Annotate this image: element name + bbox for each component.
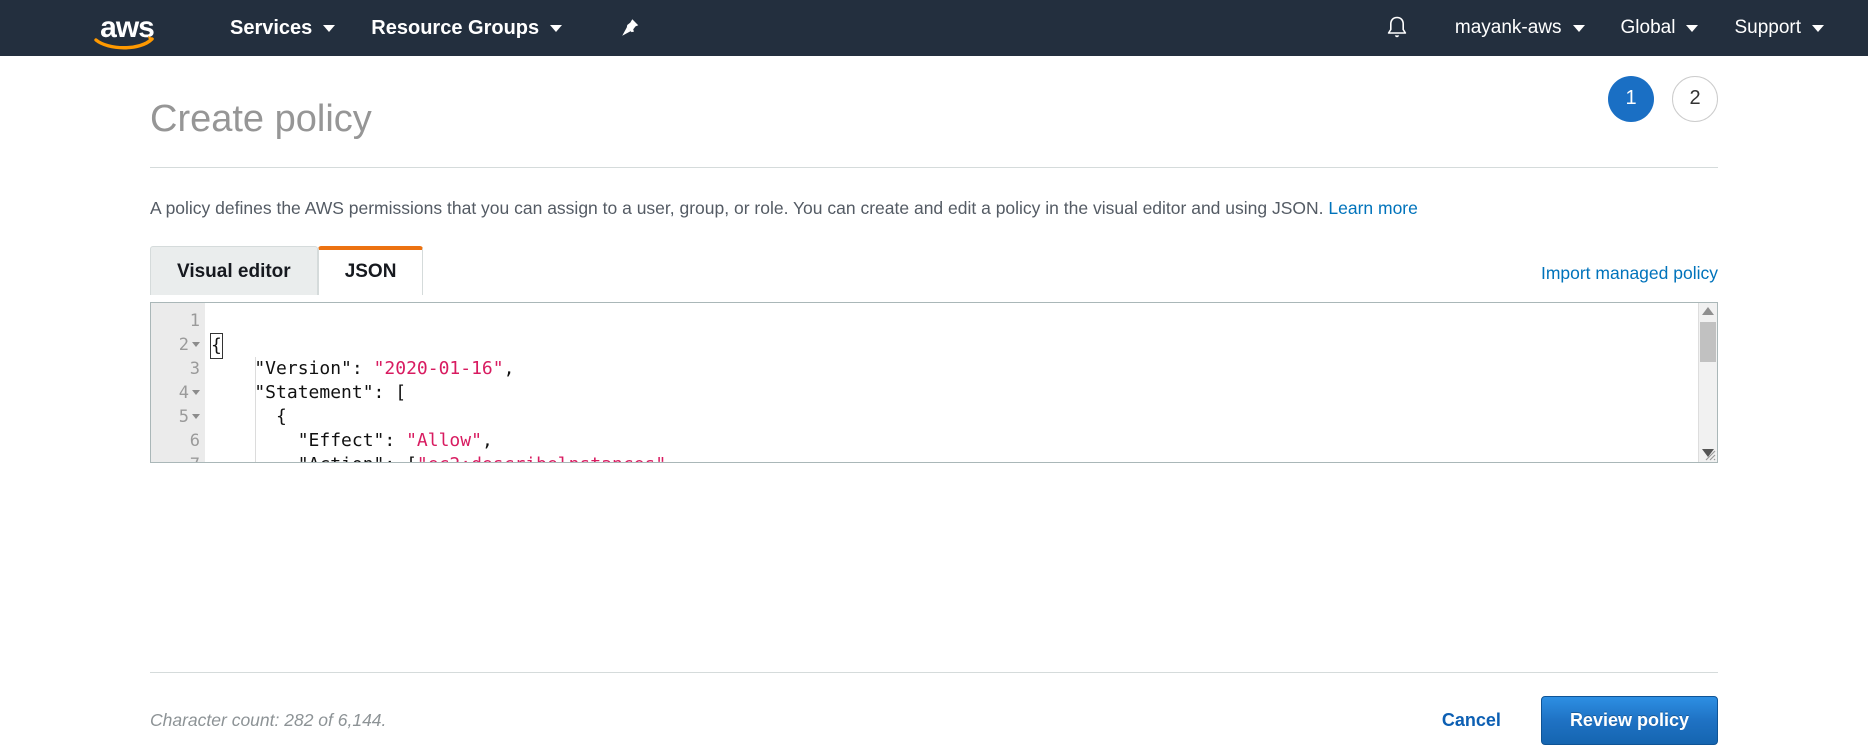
code-token-string: "Allow" [406,429,482,451]
scroll-up-arrow-icon[interactable] [1699,303,1717,320]
review-policy-button[interactable]: Review policy [1540,696,1718,745]
nav-account-menu[interactable]: mayank-aws [1437,0,1603,56]
nav-account-label: mayank-aws [1454,17,1562,38]
editor-line-number-gutter: 1 2 3 4 5 6 7 [151,302,205,462]
code-token: "Action": [ [211,454,417,462]
editor-vertical-scrollbar[interactable] [1698,302,1717,462]
pin-icon[interactable] [618,16,642,40]
line-number: 7 [190,453,200,462]
line-number-row: 6 [151,429,204,453]
code-line: { [205,332,1698,359]
code-token: , [503,357,515,379]
json-policy-editor[interactable]: 1 2 3 4 5 6 7 { "Version": "2020-01-16",… [150,301,1718,463]
nav-resource-groups-menu[interactable]: Resource Groups [353,0,580,56]
aws-smile-icon [94,36,154,50]
cancel-button[interactable]: Cancel [1436,709,1507,732]
resize-grip-icon[interactable] [1703,448,1716,461]
footer-bar: Character count: 282 of 6,144. Cancel Re… [150,696,1718,745]
line-number-row: 4 [151,381,204,405]
line-number: 6 [189,430,200,451]
code-line: "Action": ["ec2:describelnstances", [205,453,1698,462]
learn-more-link[interactable]: Learn more [1328,198,1418,218]
nav-region-label: Global [1620,17,1676,38]
chevron-down-icon [1572,24,1585,32]
top-navigation-bar: aws Services Resource Groups mayank-aws … [0,0,1868,56]
line-number: 3 [189,358,200,379]
resize-grip-glyph-icon [1705,450,1716,460]
editor-cursor: { [210,332,223,359]
code-line: "Version": "2020-01-16", [205,357,1698,381]
page-header-row: Create policy 1 2 [150,56,1718,167]
code-line: "Statement": [ [205,381,1698,405]
line-number-row: 3 [151,357,204,381]
line-number-row: 2 [151,333,204,357]
page-title: Create policy [150,98,372,140]
fold-toggle-icon[interactable] [192,390,200,395]
nav-region-menu[interactable]: Global [1603,0,1717,56]
step-1-indicator[interactable]: 1 [1608,75,1654,122]
tab-json[interactable]: JSON [317,245,424,295]
code-token: , [666,454,677,462]
line-number: 1 [189,310,200,331]
import-managed-policy-link[interactable]: Import managed policy [1541,263,1718,294]
fold-toggle-icon[interactable] [192,414,200,419]
line-number-row: 5 [151,405,204,429]
page-description: A policy defines the AWS permissions tha… [150,168,1718,245]
step-2-indicator[interactable]: 2 [1672,75,1718,122]
fold-toggle-icon[interactable] [192,342,200,347]
nav-support-menu[interactable]: Support [1716,0,1842,56]
nav-services-menu[interactable]: Services [212,0,353,56]
footer-actions: Cancel Review policy [1436,696,1718,745]
editor-code-area[interactable]: { "Version": "2020-01-16", "Statement": … [205,303,1698,462]
chevron-down-icon [1686,24,1699,32]
line-number-row: 1 [151,309,204,333]
editor-tabs: Visual editor JSON [150,245,424,295]
code-token: "Effect": [211,429,407,451]
code-token: "Version": [211,357,374,379]
page-content: Create policy 1 2 A policy defines the A… [0,56,1868,745]
footer-divider [150,672,1718,673]
pin-glyph-icon [622,19,639,36]
nav-services-label: Services [230,16,313,39]
bell-glyph-icon [1387,16,1407,38]
code-line: "Effect": "Allow", [205,429,1698,453]
editor-tabs-row: Visual editor JSON Import managed policy [150,245,1718,295]
line-number: 4 [178,382,189,403]
chevron-down-icon [323,24,336,32]
code-token: { [211,405,287,427]
code-token-string: "2020-01-16" [373,357,504,379]
page-description-text: A policy defines the AWS permissions tha… [150,198,1329,218]
line-number: 2 [178,334,189,355]
scrollbar-thumb[interactable] [1700,321,1716,362]
code-token: , [481,429,493,451]
line-number: 5 [178,406,189,427]
nav-support-label: Support [1734,17,1801,38]
indent-guide [255,356,256,462]
line-number-row: 7 [151,453,204,462]
aws-logo[interactable]: aws [88,8,166,50]
step-indicator: 1 2 [1608,75,1718,122]
notifications-bell-icon[interactable] [1383,13,1411,43]
nav-resource-groups-label: Resource Groups [371,16,540,39]
code-token: "Statement": [ [211,381,407,403]
chevron-down-icon [1812,24,1824,32]
chevron-down-icon [550,24,563,32]
code-line: { [205,405,1698,429]
code-token-string: "ec2:describelnstances" [417,454,666,462]
tab-visual-editor[interactable]: Visual editor [150,245,318,295]
